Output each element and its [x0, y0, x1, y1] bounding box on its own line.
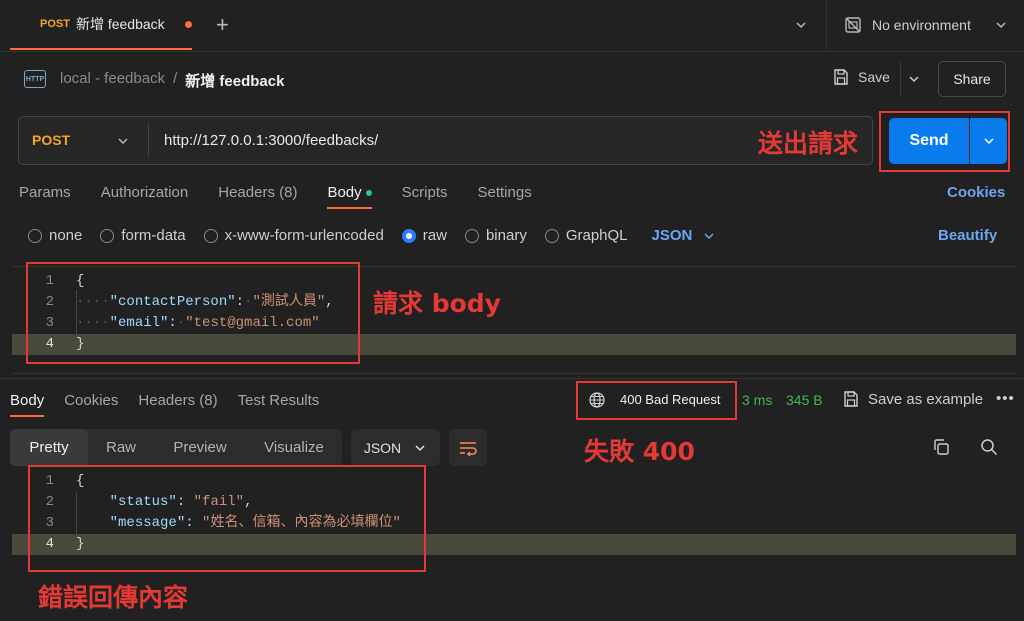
chevron-down-icon — [704, 232, 714, 239]
no-environment-icon — [845, 17, 861, 33]
status-annotation-box — [576, 381, 737, 420]
url-bar — [18, 116, 873, 165]
request-tabs: Params Authorization Headers (8) Body Sc… — [19, 184, 562, 209]
breadcrumb-request-name[interactable]: 新增 feedback — [185, 70, 284, 91]
breadcrumb-separator: / — [173, 70, 178, 87]
env-divider — [826, 0, 827, 50]
save-options-chevron-down-icon[interactable] — [907, 72, 921, 89]
tabs-chevron-down-icon[interactable] — [794, 18, 808, 35]
more-options-icon[interactable]: ••• — [996, 390, 1015, 407]
mode-preview[interactable]: Preview — [154, 429, 246, 466]
mode-pretty[interactable]: Pretty — [10, 429, 88, 466]
radio-form-data[interactable]: form-data — [100, 227, 186, 244]
save-button[interactable]: Save — [832, 68, 890, 86]
radio-icon — [28, 228, 42, 243]
tab-headers[interactable]: Headers (8) — [218, 184, 297, 201]
tab-authorization[interactable]: Authorization — [101, 184, 189, 201]
copy-icon[interactable] — [932, 438, 950, 459]
request-body-annotation-box — [26, 262, 360, 364]
method-chevron-down-icon[interactable] — [116, 134, 130, 151]
response-format-select[interactable]: JSON — [351, 429, 440, 466]
response-divider — [0, 378, 1024, 379]
wrap-lines-icon — [460, 441, 477, 457]
radio-label: GraphQL — [565, 227, 628, 244]
status-annotation-label: 失敗 400 — [584, 437, 695, 466]
response-tab-body[interactable]: Body — [10, 392, 45, 417]
request-body-annotation-label: 請求 body — [373, 289, 501, 318]
body-format-select[interactable]: JSON — [652, 227, 717, 244]
save-icon — [834, 69, 848, 85]
http-request-icon: HTTP — [24, 70, 46, 88]
tab-title: 新增 feedback — [75, 16, 165, 32]
response-format-label: JSON — [363, 439, 402, 456]
response-tab-headers[interactable]: Headers (8) — [138, 392, 217, 409]
radio-label: x-www-form-urlencoded — [224, 227, 384, 244]
share-button[interactable]: Share — [938, 61, 1006, 97]
radio-graphql[interactable]: GraphQL — [544, 227, 628, 244]
environment-label: No environment — [872, 17, 971, 33]
environment-selector[interactable]: No environment — [844, 16, 971, 34]
response-time[interactable]: 3 ms — [742, 392, 772, 408]
body-format-label: JSON — [651, 227, 693, 244]
save-label: Save — [858, 69, 890, 85]
radio-raw[interactable]: raw — [401, 227, 447, 244]
radio-x-www-form-urlencoded[interactable]: x-www-form-urlencoded — [203, 227, 384, 244]
radio-icon — [544, 228, 559, 243]
url-input[interactable]: http://127.0.0.1:3000/feedbacks/ — [164, 132, 378, 149]
chevron-down-icon — [415, 444, 425, 451]
save-as-example-button[interactable]: Save as example — [842, 390, 983, 408]
mode-visualize[interactable]: Visualize — [246, 429, 342, 466]
save-as-example-label: Save as example — [868, 390, 984, 408]
radio-selected-icon — [401, 228, 416, 243]
tab-body-label: Body — [327, 184, 362, 201]
breadcrumb: local - feedback / 新增 feedback — [60, 70, 284, 91]
body-type-radios: none form-data x-www-form-urlencoded raw… — [28, 227, 716, 244]
unsaved-dot-icon — [185, 21, 192, 28]
env-chevron-down-icon[interactable] — [994, 18, 1008, 35]
response-tabs: Body Cookies Headers (8) Test Results — [10, 392, 339, 417]
radio-label: form-data — [121, 227, 186, 244]
radio-icon — [100, 228, 115, 243]
response-tab-test-results[interactable]: Test Results — [238, 392, 320, 409]
search-icon[interactable] — [980, 438, 998, 459]
tab-settings[interactable]: Settings — [478, 184, 532, 201]
send-options-button[interactable] — [970, 118, 1007, 164]
radio-none[interactable]: none — [28, 227, 82, 244]
radio-label: binary — [485, 227, 527, 244]
radio-label: none — [49, 227, 83, 244]
chevron-down-icon — [983, 138, 994, 145]
radio-icon — [464, 228, 479, 243]
breadcrumb-collection[interactable]: local - feedback — [60, 70, 165, 91]
save-divider — [900, 62, 901, 96]
new-tab-plus-icon[interactable]: + — [216, 12, 229, 38]
response-body-annotation-label: 錯誤回傳內容 — [38, 583, 189, 612]
radio-binary[interactable]: binary — [464, 227, 527, 244]
send-button[interactable]: Send — [889, 118, 969, 164]
tab-scripts[interactable]: Scripts — [402, 184, 448, 201]
wrap-lines-button[interactable] — [449, 429, 487, 466]
save-icon — [844, 391, 858, 407]
mode-raw[interactable]: Raw — [88, 429, 154, 466]
beautify-button[interactable]: Beautify — [938, 227, 997, 244]
tab-method: POST — [40, 18, 70, 30]
tab-params[interactable]: Params — [19, 184, 71, 201]
request-tab[interactable]: POST 新增 feedback — [10, 0, 192, 50]
response-size[interactable]: 345 B — [786, 392, 823, 408]
body-active-dot-icon — [365, 190, 372, 197]
cookies-link[interactable]: Cookies — [947, 184, 1005, 201]
response-body-annotation-box — [28, 465, 426, 572]
send-annotation-label: 送出請求 — [758, 129, 859, 158]
view-mode-toggle: Pretty Raw Preview Visualize — [10, 429, 342, 466]
response-tab-cookies[interactable]: Cookies — [64, 392, 118, 409]
tab-body[interactable]: Body — [327, 184, 372, 209]
method-select[interactable]: POST — [32, 132, 70, 148]
radio-label: raw — [422, 227, 447, 244]
url-divider — [148, 124, 149, 157]
radio-icon — [203, 228, 218, 243]
